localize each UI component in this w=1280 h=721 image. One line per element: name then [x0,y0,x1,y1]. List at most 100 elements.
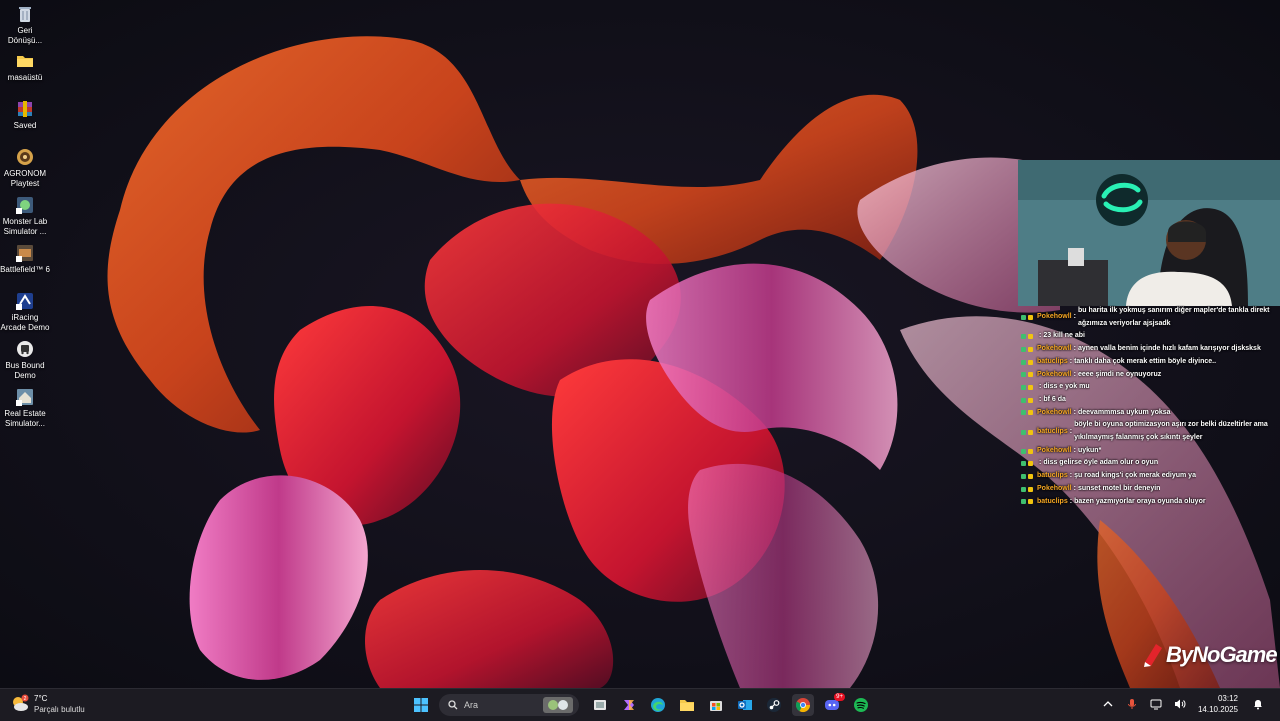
real-estate-icon [16,389,33,406]
store-icon [710,701,722,711]
weather-widget[interactable]: 2 7°C Parçalı bulutlu [10,693,85,715]
chat-message: batuclips: tanklı daha çok merak ettim bö… [1018,356,1280,369]
chat-text: aynen valla benim içinde hızlı kafam kar… [1077,345,1261,353]
chat-message: Pokehowll: deevammmsa uykum yoksa [1018,407,1280,420]
chat-text: böyle bi oyuna optimizasyon aşırı zor be… [1074,421,1268,442]
bus-bound-icon [17,341,33,357]
chat-badge-icon [1021,448,1026,454]
desktop-icon-masaustu[interactable]: masaüstü [0,52,50,83]
chat-message: Pokehowll: aynen valla benim içinde hızlı… [1018,343,1280,356]
spotify-icon [854,698,868,712]
desktop-icon-label: masaüstü [7,73,43,82]
chat-badge-icon [1028,461,1033,467]
chat-username: Pokehowll [1037,408,1072,416]
start-button[interactable] [410,694,432,716]
chat-badge-icon [1028,448,1033,454]
chat-badge-icon [1028,499,1033,505]
desktop-icon-saved[interactable]: Saved [0,100,50,131]
weather-temperature: 7°C [34,694,48,703]
chat-separator: : [1069,427,1073,435]
chat-message: : diss e yok mu [1018,381,1280,394]
chat-badge-icon [1021,486,1026,492]
desktop-icon-monster-lab[interactable]: Monster Lab Simulator ... [0,196,50,237]
chat-text: sunset motel bir deneyin [1077,484,1161,492]
bynogame-logo-text: ByNoGame [1166,642,1278,667]
outlook-button[interactable] [734,694,756,716]
discord-button[interactable]: 9+ [821,693,845,716]
chevron-up-icon[interactable] [1102,698,1114,710]
desktop-icon-bus-bound[interactable]: Bus Bound Demo [0,340,50,381]
chat-badge-icon [1021,429,1026,435]
taskbar-clock[interactable]: 03:12 14.10.2025 [1198,693,1238,715]
bynogame-logo: ByNoGame [1142,640,1278,670]
webcam-image [1018,160,1280,306]
chat-badge-icon [1028,372,1033,378]
chat-separator: : [1069,357,1073,365]
chat-message: :23 kill ne abi [1018,330,1280,343]
chat-badge-icon [1021,410,1026,416]
chat-message: batuclips: bazen yazmıyorlar oraya oyunda… [1018,496,1280,509]
chat-message: Pokehowll: sunset motel bir deneyin [1018,483,1280,496]
chrome-button[interactable] [792,694,814,716]
chat-badge-icon [1028,410,1033,416]
agronom-icon [17,149,33,165]
microphone-icon[interactable] [1126,698,1138,710]
desktop-icon-label: Saved [13,121,37,130]
clock-date: 14.10.2025 [1197,705,1238,714]
system-tray: 03:12 14.10.2025 [1096,693,1270,715]
webcam-overlay [1018,160,1280,306]
chat-separator: : [1039,459,1042,467]
chat-message: batuclips: şu road kings'i çok merak ediy… [1018,470,1280,483]
chat-message: : diss gelirse öyle adam olur o oyun [1018,457,1280,470]
copilot-button[interactable] [618,694,640,716]
chat-text: şu road kings'i çok merak ediyum ya [1074,472,1196,480]
chat-separator: : [1039,332,1042,340]
desktop-icon-label: Real Estate Simulator... [4,409,46,428]
taskbar-center: Ara 9+ [410,693,879,716]
weather-condition: Parçalı bulutlu [34,705,85,714]
task-view-icon [594,700,606,710]
chat-separator: : [1073,345,1076,353]
desktop-icon-battlefield[interactable]: Battlefield™ 6 [0,244,50,275]
chat-separator: : [1069,497,1073,505]
search-icon [448,700,458,710]
desktop-icon-label: iRacing Arcade Demo [0,313,50,332]
folder-icon [17,56,33,67]
file-explorer-button[interactable] [676,694,698,716]
bynogame-logo-icon [1144,644,1162,667]
store-button[interactable] [705,694,727,716]
desktop-icon-label: Battlefield™ 6 [0,265,50,274]
chat-username: batuclips [1037,472,1068,480]
steam-button[interactable] [763,694,785,716]
edge-button[interactable] [647,694,669,716]
notification-bell-icon[interactable] [1252,698,1264,710]
chat-badge-icon [1021,461,1026,467]
desktop-icon-label: AGRONOM Playtest [3,169,47,188]
network-icon[interactable] [1150,698,1162,710]
desktop-icon-agronom[interactable]: AGRONOM Playtest [0,148,50,189]
chat-text: diss gelirse öyle adam olur o oyun [1043,459,1159,467]
chat-username: batuclips [1037,357,1068,365]
volume-icon[interactable] [1174,698,1186,710]
chat-text: 23 kill ne abi [1043,332,1085,340]
taskbar-search-box[interactable]: Ara [439,694,579,716]
chat-separator: : [1073,370,1076,378]
desktop-icon-iracing[interactable]: iRacing Arcade Demo [0,292,50,333]
chat-badge-icon [1028,385,1033,391]
task-view-button[interactable] [589,694,611,716]
chat-username: batuclips [1037,497,1068,505]
desktop-icon-label: Geri Dönüşü... [7,26,43,45]
chat-badge-icon [1021,359,1026,365]
chat-badge-icon [1021,473,1026,479]
chat-badge-icon [1028,473,1033,479]
chat-message: Pokehowll: bu harita ilk yokmuş sanırım d… [1018,305,1280,330]
chat-text: deevammmsa uykum yoksa [1077,408,1171,416]
spotify-button[interactable] [850,694,872,716]
discord-notification-badge: 9+ [834,693,845,701]
desktop-icon-real-estate[interactable]: Real Estate Simulator... [0,388,50,429]
winrar-archive-icon [18,101,32,117]
chat-message: Pokehowll: uykun* [1018,445,1280,458]
desktop-icon-recycle-bin[interactable]: Geri Dönüşü... [0,5,50,46]
chat-badge-icon [1021,346,1026,352]
chat-badge-icon [1028,315,1033,321]
